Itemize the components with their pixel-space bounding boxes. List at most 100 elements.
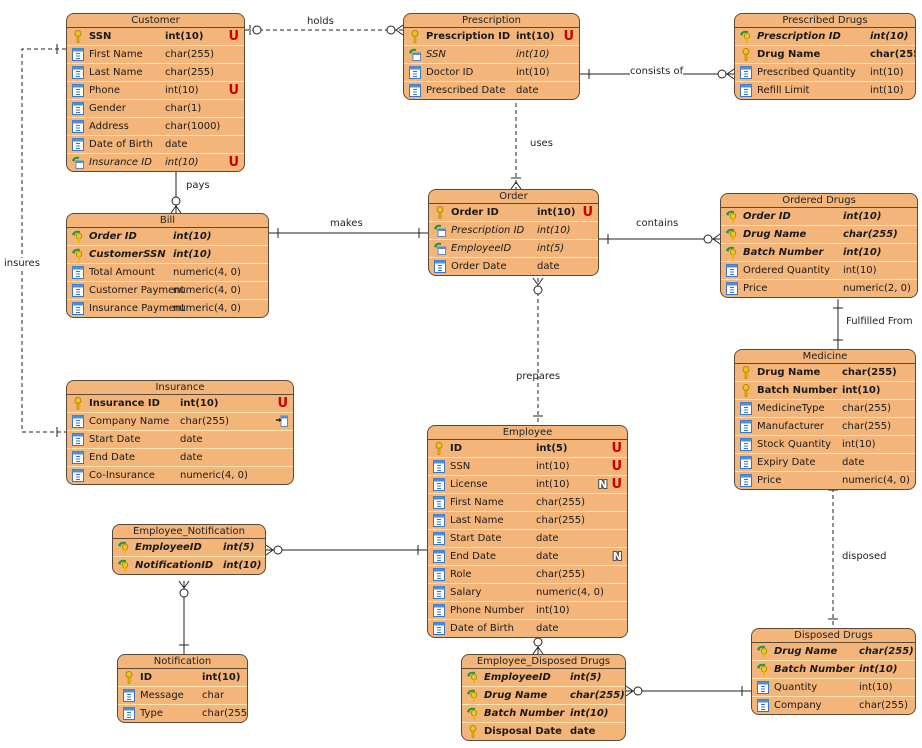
column-row[interactable]: Last Name char(255) <box>428 512 627 530</box>
column-row[interactable]: Gender char(1) <box>67 100 244 118</box>
relationship-label-prepares[interactable]: prepares <box>516 371 560 382</box>
column-row[interactable]: ID int(10) <box>118 669 247 687</box>
column-row[interactable]: Drug Name char(255) <box>735 46 915 64</box>
column-row[interactable]: End Date date N <box>428 548 627 566</box>
column-row[interactable]: Start Date date <box>67 431 293 449</box>
entity-customer[interactable]: Customer SSN int(10) U First Name char(255) La… <box>66 13 245 172</box>
relationship-label-contains[interactable]: contains <box>636 218 678 229</box>
column-row[interactable]: ID int(5) U <box>428 440 627 458</box>
relationship-label-disposed[interactable]: disposed <box>842 551 887 562</box>
column-row[interactable]: Company char(255) <box>752 697 915 714</box>
column-row[interactable]: Batch Number int(10) <box>721 244 917 262</box>
column-row[interactable]: Phone Number int(10) <box>428 602 627 620</box>
column-row[interactable]: SSN int(10) U <box>67 28 244 46</box>
column-row[interactable]: Expiry Date date <box>735 454 915 472</box>
entity-insurance[interactable]: Insurance Insurance ID int(10) U Company Nam… <box>66 380 294 485</box>
entity-medicine[interactable]: Medicine Drug Name char(255) Batch Number in… <box>734 349 916 490</box>
cardinality-many-mark <box>726 73 735 80</box>
column-row[interactable]: License int(10) N U <box>428 476 627 494</box>
column-row[interactable]: Manufacturer char(255) <box>735 418 915 436</box>
primary-key-icon <box>434 206 446 219</box>
column-row[interactable]: Co-Insurance numeric(4, 0) <box>67 467 293 484</box>
column-name: Start Date <box>89 434 141 445</box>
entity-employee[interactable]: Employee ID int(5) U SSN int(10) U License int(1… <box>427 425 628 638</box>
cardinality-many-mark <box>532 277 539 286</box>
entity-ordered-drugs[interactable]: Ordered Drugs Order ID int(10) Drug Name cha… <box>720 193 918 298</box>
relationship-label-fulfilled-from[interactable]: Fulfilled From <box>846 316 913 327</box>
column-row[interactable]: Insurance Payment numeric(4, 0) <box>67 300 268 317</box>
column-row[interactable]: First Name char(255) <box>67 46 244 64</box>
column-row[interactable]: Drug Name char(255) <box>735 364 915 382</box>
entity-order[interactable]: Order Order ID int(10) U Prescription ID int(… <box>428 189 599 276</box>
column-row[interactable]: Batch Number int(10) <box>752 661 915 679</box>
column-row[interactable]: Batch Number int(10) <box>735 382 915 400</box>
column-row[interactable]: Batch Number int(10) <box>462 705 625 723</box>
column-row[interactable]: Drug Name char(255) <box>462 687 625 705</box>
column-row[interactable]: Last Name char(255) <box>67 64 244 82</box>
unique-icon: U <box>228 155 239 170</box>
column-row[interactable]: Price numeric(2, 0) <box>721 280 917 297</box>
column-row[interactable]: Drug Name char(255) <box>721 226 917 244</box>
column-type: int(10) <box>537 207 576 218</box>
entity-disposed-drugs[interactable]: Disposed Drugs Drug Name char(255) Batch Nu… <box>751 628 916 715</box>
column-row[interactable]: Refill Limit int(10) <box>735 82 915 99</box>
relationship-label-makes[interactable]: makes <box>330 218 363 229</box>
column-row[interactable]: NotificationID int(10) <box>113 557 265 574</box>
column-row[interactable]: Prescription ID int(10) <box>429 222 598 240</box>
column-row[interactable]: Insurance ID int(10) U <box>67 154 244 171</box>
column-row[interactable]: First Name char(255) <box>428 494 627 512</box>
column-row[interactable]: Price numeric(4, 0) <box>735 472 915 489</box>
column-row[interactable]: Customer Payment numeric(4, 0) <box>67 282 268 300</box>
column-row[interactable]: Prescription ID int(10) <box>735 28 915 46</box>
relationship-label-holds[interactable]: holds <box>307 16 334 27</box>
column-row[interactable]: Disposal Date date <box>462 723 625 740</box>
column-row[interactable]: Role char(255) <box>428 566 627 584</box>
column-row[interactable]: Date of Birth date <box>428 620 627 637</box>
column-row[interactable]: Date of Birth date <box>67 136 244 154</box>
column-row[interactable]: MedicineType char(255) <box>735 400 915 418</box>
primary-key-icon <box>740 48 752 61</box>
entity-prescribed-drugs[interactable]: Prescribed Drugs Prescription ID int(10) Dr… <box>734 13 916 100</box>
column-row[interactable]: Company Name char(255) <box>67 413 293 431</box>
column-row[interactable]: Prescribed Quantity int(10) <box>735 64 915 82</box>
relationship-label-insures[interactable]: insures <box>4 258 40 269</box>
column-row[interactable]: Order Date date <box>429 258 598 275</box>
entity-notification[interactable]: Notification ID int(10) Message char Type char… <box>117 654 248 723</box>
column-row[interactable]: End Date date <box>67 449 293 467</box>
column-row[interactable]: Doctor ID int(10) <box>404 64 579 82</box>
column-row[interactable]: Order ID int(10) <box>67 228 268 246</box>
relationship-label-pays[interactable]: pays <box>186 180 210 191</box>
column-type: char(255) <box>843 229 898 240</box>
column-row[interactable]: Quantity int(10) <box>752 679 915 697</box>
column-row[interactable]: Ordered Quantity int(10) <box>721 262 917 280</box>
column-row[interactable]: EmployeeID int(5) <box>462 669 625 687</box>
cardinality-zero-mark <box>533 637 543 647</box>
column-row[interactable]: EmployeeID int(5) <box>113 539 265 557</box>
column-row[interactable]: SSN int(10) U <box>428 458 627 476</box>
column-row[interactable]: Insurance ID int(10) U <box>67 395 293 413</box>
column-row[interactable]: Stock Quantity int(10) <box>735 436 915 454</box>
column-row[interactable]: CustomerSSN int(10) <box>67 246 268 264</box>
entity-employee-notification[interactable]: Employee_Notification EmployeeID int(5) Not… <box>112 524 266 575</box>
entity-bill[interactable]: Bill Order ID int(10) CustomerSSN int(10) Tot… <box>66 213 269 318</box>
column-row[interactable]: Type char(255) <box>118 705 247 722</box>
column-row[interactable]: Start Date date <box>428 530 627 548</box>
column-type: char(255) <box>536 497 585 508</box>
column-row[interactable]: Order ID int(10) U <box>429 204 598 222</box>
column-row[interactable]: Salary numeric(4, 0) <box>428 584 627 602</box>
entity-employee-disposed-drugs[interactable]: Employee_Disposed Drugs EmployeeID int(5) D… <box>461 654 626 741</box>
entity-prescription[interactable]: Prescription Prescription ID int(10) U SSN in… <box>403 13 580 100</box>
column-row[interactable]: Prescription ID int(10) U <box>404 28 579 46</box>
column-row[interactable]: Phone int(10) U <box>67 82 244 100</box>
column-row[interactable]: Order ID int(10) <box>721 208 917 226</box>
column-row[interactable]: Message char <box>118 687 247 705</box>
column-row[interactable]: SSN int(10) <box>404 46 579 64</box>
relationship-label-uses[interactable]: uses <box>530 138 553 149</box>
column-row[interactable]: Drug Name char(255) <box>752 643 915 661</box>
column-row[interactable]: Address char(1000) <box>67 118 244 136</box>
column-row[interactable]: EmployeeID int(5) <box>429 240 598 258</box>
relationship-label-consists-of[interactable]: consists of <box>630 66 684 77</box>
column-row[interactable]: Total Amount numeric(4, 0) <box>67 264 268 282</box>
column-row[interactable]: Prescribed Date date <box>404 82 579 99</box>
column-flags: U <box>224 82 239 100</box>
